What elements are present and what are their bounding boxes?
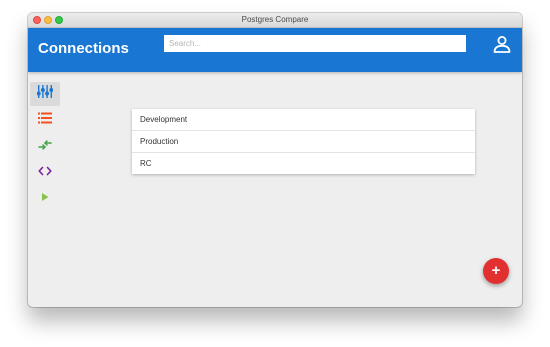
connection-list: Development Production RC	[132, 109, 475, 174]
title-bar: Postgres Compare	[28, 13, 522, 28]
app-bar: Connections	[28, 28, 522, 72]
account-icon[interactable]	[492, 34, 512, 54]
add-icon: +	[491, 262, 501, 279]
sidebar-item-swap[interactable]	[30, 134, 60, 158]
sidebar-item-run[interactable]	[30, 186, 60, 210]
connection-item[interactable]: Production	[132, 131, 475, 153]
window-title: Postgres Compare	[241, 15, 309, 24]
connection-item[interactable]: Development	[132, 109, 475, 131]
play-icon	[40, 189, 50, 207]
connection-item[interactable]: RC	[132, 153, 475, 174]
sidebar-item-compare[interactable]	[30, 82, 60, 106]
sidebar-item-code[interactable]	[30, 160, 60, 184]
page-title: Connections	[38, 40, 129, 57]
sidebar-item-list[interactable]	[30, 108, 60, 132]
swap-arrows-icon	[38, 137, 52, 155]
tune-icon	[36, 84, 54, 104]
code-icon	[38, 163, 52, 181]
app-window: Postgres Compare Connections Search... D…	[28, 13, 522, 307]
list-icon	[38, 111, 52, 129]
search-input[interactable]	[164, 35, 466, 52]
add-connection-button[interactable]: +	[483, 258, 509, 284]
